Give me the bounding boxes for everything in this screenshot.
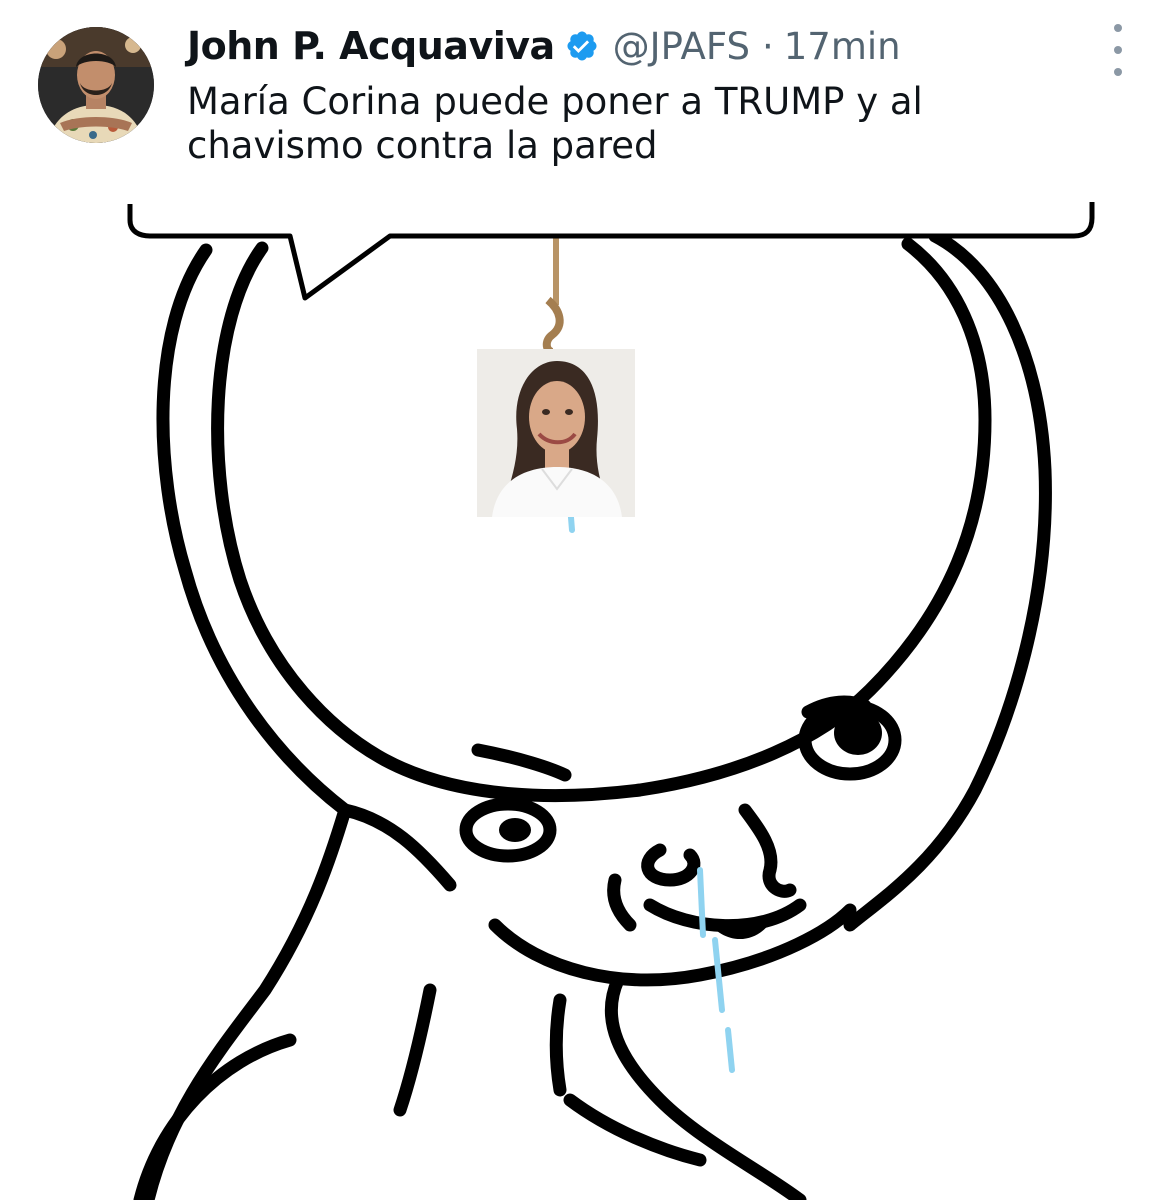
nose-side (738, 803, 797, 898)
neck-right (604, 973, 807, 1204)
hanging-photo (477, 349, 635, 517)
more-dot (1114, 46, 1122, 54)
tweet-meta: John P. Acquaviva @JPAFS · 17min (187, 18, 901, 74)
verified-badge-icon (565, 29, 599, 63)
tweet-header: John P. Acquaviva @JPAFS · 17min María C… (0, 0, 1175, 200)
meta-separator: · (761, 24, 774, 68)
display-name[interactable]: John P. Acquaviva (187, 24, 555, 68)
noose-knot (542, 296, 564, 356)
neck-left (338, 803, 457, 892)
right-pupil (834, 711, 882, 755)
woman-portrait (477, 349, 635, 517)
profile-photo (38, 27, 154, 143)
user-handle[interactable]: @JPAFS (613, 25, 750, 68)
tweet-text: María Corina puede poner a TRUMP y al ch… (187, 80, 923, 167)
tweet-timestamp[interactable]: 17min (784, 25, 901, 68)
nose-curve (641, 843, 701, 887)
left-brow (471, 743, 572, 782)
mouth (643, 898, 807, 933)
more-dot (1114, 24, 1122, 32)
cheek-line (607, 873, 637, 932)
more-dot (1114, 68, 1122, 76)
left-pupil (499, 818, 531, 842)
neck-detail-3 (563, 1093, 707, 1167)
neck-detail-2 (549, 993, 567, 1097)
neck-detail-1 (393, 983, 437, 1117)
more-options-icon[interactable] (1098, 24, 1138, 76)
avatar[interactable] (38, 27, 154, 143)
